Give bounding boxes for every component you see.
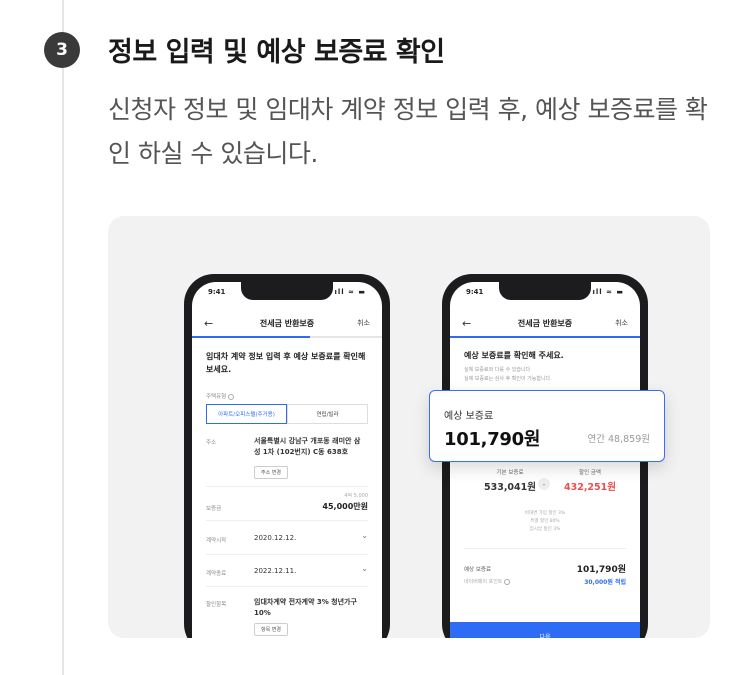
discount-detail: 임시납 할인 3%: [529, 527, 561, 532]
address-change-button[interactable]: 주소 변경: [254, 466, 288, 479]
chevron-down-icon[interactable]: ⌄: [361, 531, 368, 540]
divider: [206, 554, 368, 555]
house-type-option-apartment[interactable]: 아파트/오피스텔(주거용): [206, 404, 287, 424]
base-fee-value: 533,041원: [483, 482, 536, 493]
minus-icon: -: [538, 478, 550, 490]
deposit-label: 보증금: [206, 506, 222, 512]
popup-amount: 101,790원: [444, 429, 541, 450]
divider: [464, 548, 626, 549]
notice-text: 실제 보증료는 심사 후 확인이 가능합니다.: [464, 376, 552, 382]
divider: [206, 586, 368, 587]
signal-wifi-battery-icon: ıll ≈ ▬: [592, 288, 624, 296]
address-value: 서울특별시 강남구 개포동 래미안 삼성 1차 (102번지) C동 638호: [254, 437, 361, 456]
phone-screen: 9:41 ıll ≈ ▬ ← 전세금 반환보증 취소 임대차 계약 정보 입력 …: [192, 282, 382, 638]
address-label: 주소: [206, 440, 217, 446]
cancel-button[interactable]: 취소: [615, 318, 628, 328]
preview-card: 9:41 ıll ≈ ▬ ← 전세금 반환보증 취소 임대차 계약 정보 입력 …: [108, 216, 710, 638]
timeline-line: [62, 0, 64, 675]
phone-mockup-input: 9:41 ıll ≈ ▬ ← 전세금 반환보증 취소 임대차 계약 정보 입력 …: [184, 274, 390, 638]
arrow-left-icon[interactable]: ←: [462, 317, 471, 330]
popup-annual-fee: 연간 48,859원: [587, 434, 650, 445]
expected-fee-value: 101,790원: [576, 565, 626, 575]
discount-detail: 특별 할인 80%: [530, 519, 560, 524]
status-time: 9:41: [208, 288, 226, 296]
screen-heading: 임대차 계약 정보 입력 후 예상 보증료를 확인해 보세요.: [206, 352, 366, 374]
house-type-segmented: 아파트/오피스텔(주거용) 연립/빌라: [206, 404, 368, 424]
progress-fill: [192, 336, 310, 338]
points-value: 30,000원 적립: [584, 579, 626, 586]
arrow-left-icon[interactable]: ←: [204, 317, 213, 330]
question-icon: [228, 393, 234, 400]
discount-amount-value: 432,251원: [563, 482, 616, 493]
progress-bar: [192, 336, 382, 338]
status-time: 9:41: [466, 288, 484, 296]
status-bar: 9:41 ıll ≈ ▬: [208, 288, 366, 296]
expected-fee-popup: 예상 보증료 101,790원 연간 48,859원: [429, 390, 665, 462]
points-label: 네이버페이 포인트: [464, 578, 510, 585]
cancel-button[interactable]: 취소: [357, 318, 370, 328]
discount-amount-label: 할인 금액: [579, 470, 601, 476]
end-date-label: 계약종료: [206, 571, 227, 577]
step-description: 신청자 정보 및 임대차 계약 정보 입력 후, 예상 보증료를 확인 하실 수…: [108, 95, 708, 168]
progress-fill: [450, 336, 640, 338]
status-bar: 9:41 ıll ≈ ▬: [466, 288, 624, 296]
base-fee-block: 기본 보증료 533,041원: [478, 468, 542, 493]
question-icon: [503, 578, 510, 585]
deposit-hint: 4억 5,000: [344, 493, 368, 499]
start-date-label: 계약시작: [206, 538, 227, 544]
discount-detail: 비대면 가입 할인 3%: [524, 511, 566, 516]
end-date-value[interactable]: 2022.12.11.: [254, 566, 296, 577]
nav-bar: ← 전세금 반환보증 취소: [192, 310, 382, 336]
step-title: 정보 입력 및 예상 보증료 확인: [108, 37, 445, 68]
divider: [206, 520, 368, 521]
divider: [206, 486, 368, 487]
nav-title: 전세금 반환보증: [259, 318, 315, 328]
base-fee-label: 기본 보증료: [496, 470, 524, 476]
expected-fee-label: 예상 보증료: [464, 567, 492, 573]
notice-text: 실제 보증료와 다를 수 있습니다: [464, 367, 531, 373]
discount-items-label: 할인항목: [206, 602, 227, 608]
popup-label: 예상 보증료: [444, 411, 494, 422]
chevron-down-icon[interactable]: ⌄: [361, 564, 368, 573]
deposit-value[interactable]: 45,000만원: [322, 501, 368, 512]
progress-bar: [450, 336, 640, 338]
nav-title: 전세금 반환보증: [517, 318, 573, 328]
discount-amount-block: 할인 금액 432,251원: [558, 468, 622, 493]
next-button[interactable]: 다음: [450, 622, 640, 638]
start-date-value[interactable]: 2020.12.12.: [254, 533, 296, 544]
screen-heading: 예상 보증료를 확인해 주세요.: [464, 351, 564, 360]
step-number-badge: 3: [44, 32, 80, 68]
discount-change-button[interactable]: 항목 변경: [254, 623, 288, 636]
nav-bar: ← 전세금 반환보증 취소: [450, 310, 640, 336]
house-type-option-villa[interactable]: 연립/빌라: [287, 404, 368, 424]
discount-items-value: 임대차계약 전자계약 3% 청년가구 10%: [254, 598, 357, 617]
house-type-label: 주택유형: [206, 392, 234, 400]
signal-wifi-battery-icon: ıll ≈ ▬: [334, 288, 366, 296]
